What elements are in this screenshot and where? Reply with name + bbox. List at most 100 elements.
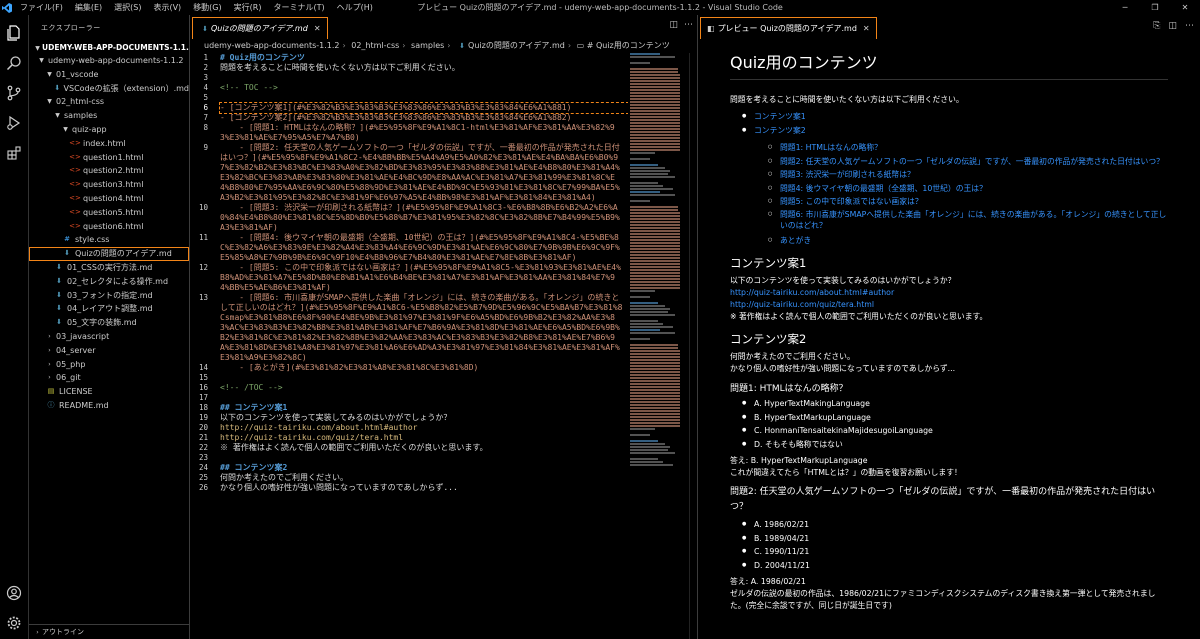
code-line[interactable]: 4 <!-- TOC --> xyxy=(190,83,628,93)
menu-selection[interactable]: 選択(S) xyxy=(108,0,147,15)
tree-file[interactable]: <> index.html xyxy=(29,137,189,151)
code-line[interactable]: 10 - [問題3: 渋沢栄一が印刷される紙幣は？](#%E5%95%8F%E9… xyxy=(190,203,628,233)
toc-link[interactable]: 問題4: 後ウマイヤ朝の最盛期（全盛期、10世紀）の王は？ xyxy=(730,182,1168,196)
preview-link[interactable]: http://quiz-tairiku.com/about.html#autho… xyxy=(730,288,894,297)
code-line[interactable]: 9 - [問題2: 任天堂の人気ゲームソフトの一つ「ゼルダの伝説」ですが、一番最… xyxy=(190,143,628,203)
code-line[interactable]: 21 http://quiz-tairiku.com/quiz/tera.html xyxy=(190,433,628,443)
toc-link[interactable]: 問題6: 市川喜康がSMAPへ提供した楽曲「オレンジ」には、続きの楽曲がある。「… xyxy=(730,209,1168,232)
code-line[interactable]: 7 - [コンテンツ案2](#%E3%82%B3%E3%83%B3%E3%83%8… xyxy=(190,113,628,123)
more-actions-icon[interactable]: ⋯ xyxy=(684,20,693,30)
tree-folder[interactable]: ▼ quiz-app xyxy=(29,123,189,137)
toc-link[interactable]: コンテンツ案2 xyxy=(730,124,1168,138)
close-tab-icon[interactable]: ✕ xyxy=(314,24,321,33)
code-line[interactable]: 17 xyxy=(190,393,628,403)
tree-file[interactable]: <> question3.html xyxy=(29,178,189,192)
more-actions-icon[interactable]: ⋯ xyxy=(1185,21,1194,31)
code-line[interactable]: 22 ※ 著作権はよく読んで個人の範囲でご利用いただくのが良いと思います。 xyxy=(190,443,628,453)
code-line[interactable]: 16 <!-- /TOC --> xyxy=(190,383,628,393)
tree-file[interactable]: <> question1.html xyxy=(29,151,189,165)
split-editor-icon[interactable]: ◫ xyxy=(1168,21,1177,31)
breadcrumb-item[interactable]: udemy-web-app-documents-1.1.2 xyxy=(204,41,340,50)
tab-quiz-md[interactable]: ⬇ Quizの問題のアイデア.md ✕ xyxy=(192,17,328,39)
extensions-icon[interactable] xyxy=(4,143,24,163)
code-line[interactable]: 6 - [コンテンツ案1](#%E3%82%B3%E3%83%B3%E3%83%8… xyxy=(190,102,628,114)
tree-file[interactable]: ⓘ README.md xyxy=(29,399,189,413)
code-line[interactable]: 26 かなり個人の嗜好性が強い問題になっていますのであしからず... xyxy=(190,483,628,493)
menu-terminal[interactable]: ターミナル(T) xyxy=(267,0,330,15)
tree-file[interactable]: <> question4.html xyxy=(29,192,189,206)
preview-scrollbar[interactable] xyxy=(1192,39,1200,639)
tree-folder[interactable]: › 03_javascript xyxy=(29,330,189,344)
source-control-icon[interactable] xyxy=(4,83,24,103)
tree-folder[interactable]: ▼ 01_vscode xyxy=(29,68,189,82)
close-icon[interactable]: ✕ xyxy=(1170,0,1200,15)
toc-link[interactable]: 問題3: 渋沢栄一が印刷される紙幣は？ xyxy=(730,168,1168,182)
menu-edit[interactable]: 編集(E) xyxy=(69,0,108,15)
breadcrumb-item[interactable]: samples xyxy=(411,41,444,50)
toc-link[interactable]: 問題5: この中で印象派ではない画家は？ xyxy=(730,195,1168,209)
tree-file[interactable]: <> question5.html xyxy=(29,206,189,220)
explorer-icon[interactable] xyxy=(4,23,24,43)
account-icon[interactable] xyxy=(4,583,24,603)
code-line[interactable]: 23 xyxy=(190,453,628,463)
minimap[interactable] xyxy=(630,53,688,639)
tree-file[interactable]: ⬇ 05_文字の装飾.md xyxy=(29,316,189,330)
menu-view[interactable]: 表示(V) xyxy=(147,0,187,15)
tree-folder[interactable]: › 04_server xyxy=(29,344,189,358)
tree-file[interactable]: <> question6.html xyxy=(29,220,189,234)
minimize-icon[interactable]: ─ xyxy=(1110,0,1140,15)
code-line[interactable]: 15 xyxy=(190,373,628,383)
tree-folder[interactable]: › 05_php xyxy=(29,358,189,372)
close-tab-icon[interactable]: ✕ xyxy=(863,24,870,33)
tab-preview[interactable]: ◧ プレビュー Quizの問題のアイデア.md ✕ xyxy=(700,17,877,39)
split-editor-icon[interactable]: ◫ xyxy=(669,20,678,30)
restore-icon[interactable]: ❐ xyxy=(1140,0,1170,15)
breadcrumb-item[interactable]: 02_html-css xyxy=(351,41,399,50)
code-line[interactable]: 2 問題を考えることに時間を使いたくない方は以下ご利用ください。 xyxy=(190,63,628,73)
tree-file[interactable]: # style.css xyxy=(29,233,189,247)
menu-file[interactable]: ファイル(F) xyxy=(14,0,69,15)
editor-scrollbar[interactable] xyxy=(689,53,697,639)
code-editor[interactable]: 1 # Quiz用のコンテンツ 2 問題を考えることに時間を使いたくない方は以下ご利用… xyxy=(190,53,628,639)
tree-file[interactable]: ⬇ 03_フォントの指定.md xyxy=(29,289,189,303)
code-line[interactable]: 19 以下のコンテンツを使って実装してみるのはいかがでしょうか？ xyxy=(190,413,628,423)
code-line[interactable]: 13 - [問題6: 市川喜康がSMAPへ提供した楽曲「オレンジ」には、続きの楽… xyxy=(190,293,628,363)
tree-folder[interactable]: ▼ udemy-web-app-documents-1.1.2 xyxy=(29,54,189,68)
gear-icon[interactable] xyxy=(4,613,24,633)
menu-run[interactable]: 実行(R) xyxy=(228,0,268,15)
toc-link[interactable]: あとがき xyxy=(730,234,1168,248)
code-line[interactable]: 25 何問か考えたのでご利用ください。 xyxy=(190,473,628,483)
outline-section[interactable]: › アウトライン xyxy=(29,624,189,639)
code-line[interactable]: 18 ## コンテンツ案1 xyxy=(190,403,628,413)
tree-folder[interactable]: ▼ 02_html-css xyxy=(29,95,189,109)
tree-file[interactable]: ⬇ 01_CSSの実行方法.md xyxy=(29,261,189,275)
tree-file[interactable]: ⬇ Quizの問題のアイデア.md xyxy=(29,247,189,261)
toc-link[interactable]: 問題1: HTMLはなんの略称？ xyxy=(730,141,1168,155)
code-line[interactable]: 24 ## コンテンツ案2 xyxy=(190,463,628,473)
search-icon[interactable] xyxy=(4,53,24,73)
code-line[interactable]: 11 - [問題4: 後ウマイヤ朝の最盛期（全盛期、10世紀）の王は？](#%E… xyxy=(190,233,628,263)
tree-file[interactable]: ⬇ 02_セレクタによる操作.md xyxy=(29,275,189,289)
tree-file[interactable]: ▤ LICENSE xyxy=(29,385,189,399)
run-debug-icon[interactable] xyxy=(4,113,24,133)
breadcrumb-item[interactable]: Quizの問題のアイデア.md xyxy=(468,41,565,50)
preview-link[interactable]: http://quiz-tairiku.com/quiz/tera.html xyxy=(730,300,874,309)
workspace-root[interactable]: ▼ UDEMY-WEB-APP-DOCUMENTS-1.1.2 xyxy=(29,41,189,54)
code-line[interactable]: 12 - [問題5: この中で印象派ではない画家は？](#%E5%95%8F%E… xyxy=(190,263,628,293)
tree-file[interactable]: <> question2.html xyxy=(29,164,189,178)
toc-link[interactable]: コンテンツ案1 xyxy=(730,110,1168,124)
code-line[interactable]: 20 http://quiz-tairiku.com/about.html#aut… xyxy=(190,423,628,433)
breadcrumb-item[interactable]: # Quiz用のコンテンツ xyxy=(587,41,670,50)
tree-file[interactable]: ⬇ VSCodeの拡張（extension）.md xyxy=(29,82,189,96)
tree-folder[interactable]: ▼ samples xyxy=(29,109,189,123)
code-line[interactable]: 1 # Quiz用のコンテンツ xyxy=(190,53,628,63)
open-source-icon[interactable]: ⎘ xyxy=(1153,21,1160,31)
code-line[interactable]: 8 - [問題1: HTMLはなんの略称？](#%E5%95%8F%E9%A1%… xyxy=(190,123,628,143)
code-line[interactable]: 5 xyxy=(190,93,628,103)
code-line[interactable]: 14 - [あとがき](#%E3%81%82%E3%81%A8%E3%81%8C… xyxy=(190,363,628,373)
code-line[interactable]: 3 xyxy=(190,73,628,83)
toc-link[interactable]: 問題2: 任天堂の人気ゲームソフトの一つ「ゼルダの伝説」ですが、一番最初の作品が… xyxy=(730,155,1168,169)
tree-file[interactable]: ⬇ 04_レイアウト調整.md xyxy=(29,302,189,316)
menu-go[interactable]: 移動(G) xyxy=(187,0,227,15)
tree-folder[interactable]: › 06_git xyxy=(29,371,189,385)
